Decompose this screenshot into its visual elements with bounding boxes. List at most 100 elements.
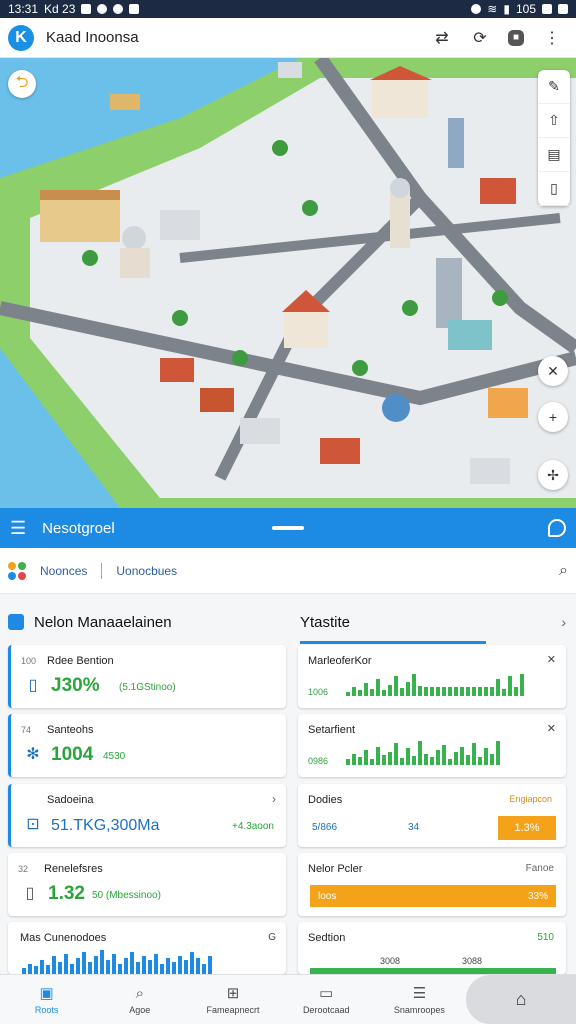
chart-card[interactable]: MarleoferKor ✕ 1006: [298, 645, 566, 708]
nav-item-search[interactable]: ⌕ Agoe: [93, 975, 186, 1024]
card-label: 0986: [308, 756, 329, 766]
grid-icon: ⊞: [226, 985, 240, 1002]
search-icon[interactable]: ⌕: [559, 562, 568, 580]
map-view[interactable]: ⮌ ✎ ⇧ ▤ ▯ ✕ + ✢: [0, 58, 576, 508]
bar: [466, 755, 470, 765]
nav-item-folder[interactable]: ▭ Derootcaad: [280, 975, 373, 1024]
bar: [352, 687, 356, 696]
bar: [442, 687, 446, 696]
bar: [418, 741, 422, 765]
drag-handle[interactable]: [272, 526, 304, 530]
sync-icon[interactable]: ⇄: [432, 28, 452, 48]
bar: [94, 956, 98, 974]
home-button[interactable]: ⌂: [466, 975, 576, 1024]
progress-card[interactable]: Sedtion 510 3008 3088: [298, 922, 566, 974]
card-title: Sedtion: [308, 932, 346, 944]
bar: [430, 687, 434, 696]
card-value: 1004: [51, 744, 94, 765]
snowflake-icon: ✻: [26, 746, 40, 763]
bar: [76, 958, 80, 974]
app-logo[interactable]: K: [8, 24, 34, 51]
status-bar: 13:31 Kd 23 ≋ ▮ 105: [0, 0, 576, 18]
book-icon[interactable]: ▯: [538, 172, 570, 206]
clock-icon: [558, 4, 568, 14]
chart-card[interactable]: Setarfient ✕ 0986: [298, 714, 566, 777]
bar: [358, 690, 362, 696]
card-tag: Engiapcon: [509, 794, 552, 804]
compass-icon[interactable]: ✢: [538, 460, 568, 490]
right-section-header[interactable]: Ytastite ›: [300, 608, 566, 636]
bar: [364, 750, 368, 765]
filter-divider: [101, 562, 103, 579]
notification-icon: [81, 4, 92, 14]
bar: [208, 956, 212, 974]
bar: [202, 964, 206, 974]
chevron-right-icon[interactable]: ›: [272, 792, 276, 806]
bar: [118, 964, 122, 974]
bar: [472, 743, 476, 765]
filter-chip[interactable]: Noonces: [40, 564, 87, 578]
bar: [454, 687, 458, 696]
card-title: Mas Cunenodoes: [20, 932, 107, 944]
card-action[interactable]: G: [268, 932, 276, 943]
stat-card[interactable]: 74 Santeohs ✻ 1004 4530: [8, 714, 286, 777]
plus-icon[interactable]: +: [538, 402, 568, 432]
refresh-icon[interactable]: ⟳: [470, 28, 490, 48]
bar: [370, 689, 374, 696]
close-icon[interactable]: ✕: [547, 722, 556, 735]
bar: [484, 687, 488, 696]
card-tag: Fanoe: [525, 863, 554, 874]
document-icon[interactable]: ▤: [538, 138, 570, 172]
map-toolbar: ✎ ⇧ ▤ ▯: [538, 70, 570, 206]
stat-card[interactable]: Sadoeina › ⊡ 51.TKG,300Ma +4.3aoon: [8, 784, 286, 847]
battery-icon: ▯: [28, 677, 38, 694]
card-title: Sadoeina: [47, 794, 94, 806]
categories-icon[interactable]: [8, 561, 26, 580]
progress-value: 33%: [527, 890, 548, 902]
stat-card[interactable]: Dodies Engiapcon 5/866 34 1.3%: [298, 784, 566, 847]
edit-icon[interactable]: ✎: [538, 70, 570, 104]
upload-icon[interactable]: ⇧: [538, 104, 570, 138]
card-value: 3088: [462, 956, 483, 966]
menu-icon[interactable]: ☰: [10, 518, 26, 539]
notification-icon: [113, 4, 124, 14]
bar: [466, 687, 470, 696]
card-number: 74: [21, 725, 32, 735]
nav-item-list[interactable]: ☰ Snamroopes: [373, 975, 466, 1024]
card-value: 3008: [380, 956, 401, 966]
bar: [70, 964, 74, 974]
bar: [160, 964, 164, 974]
bar: [106, 960, 110, 974]
bar: [346, 759, 350, 765]
more-vert-icon[interactable]: ⋮: [542, 28, 562, 48]
bar: [448, 687, 452, 696]
nav-label: Derootcaad: [302, 1005, 350, 1015]
stat-card[interactable]: 100 Rdee Bention ▯ J30% (5.1GStinoo): [8, 645, 286, 708]
bar: [52, 956, 56, 974]
bar: [520, 674, 524, 696]
stat-card[interactable]: 32 Renelefsres ▯ 1.32 50 (Mbessinoo): [8, 853, 286, 916]
close-icon[interactable]: ✕: [538, 356, 568, 386]
bar: [64, 954, 68, 974]
nav-item-home[interactable]: ▣ Roots: [0, 975, 93, 1024]
bar: [112, 954, 116, 974]
filter-chip[interactable]: Uonocbues: [116, 564, 177, 578]
stop-icon[interactable]: ■: [508, 29, 524, 46]
progress-card[interactable]: Nelor Pcler Fanoe loos 33%: [298, 853, 566, 916]
close-icon[interactable]: ✕: [547, 653, 556, 666]
chat-icon[interactable]: [548, 519, 566, 537]
bar: [154, 954, 158, 974]
battery-level: 105: [515, 2, 536, 16]
carrier-label: Kd 23: [44, 2, 76, 16]
card-subvalue: (5.1GStinoo): [119, 682, 176, 693]
bar: [424, 754, 428, 765]
bar: [400, 688, 404, 696]
back-arrow-icon[interactable]: ⮌: [8, 70, 36, 98]
bar: [412, 756, 416, 765]
nav-item-grid[interactable]: ⊞ Fameapnecrt: [186, 975, 279, 1024]
bar: [172, 962, 176, 974]
bar: [136, 962, 140, 974]
chevron-right-icon[interactable]: ›: [561, 614, 566, 630]
section-nav-label[interactable]: Nesotgroel: [42, 520, 115, 537]
chart-card[interactable]: Mas Cunenodoes G: [8, 922, 286, 974]
